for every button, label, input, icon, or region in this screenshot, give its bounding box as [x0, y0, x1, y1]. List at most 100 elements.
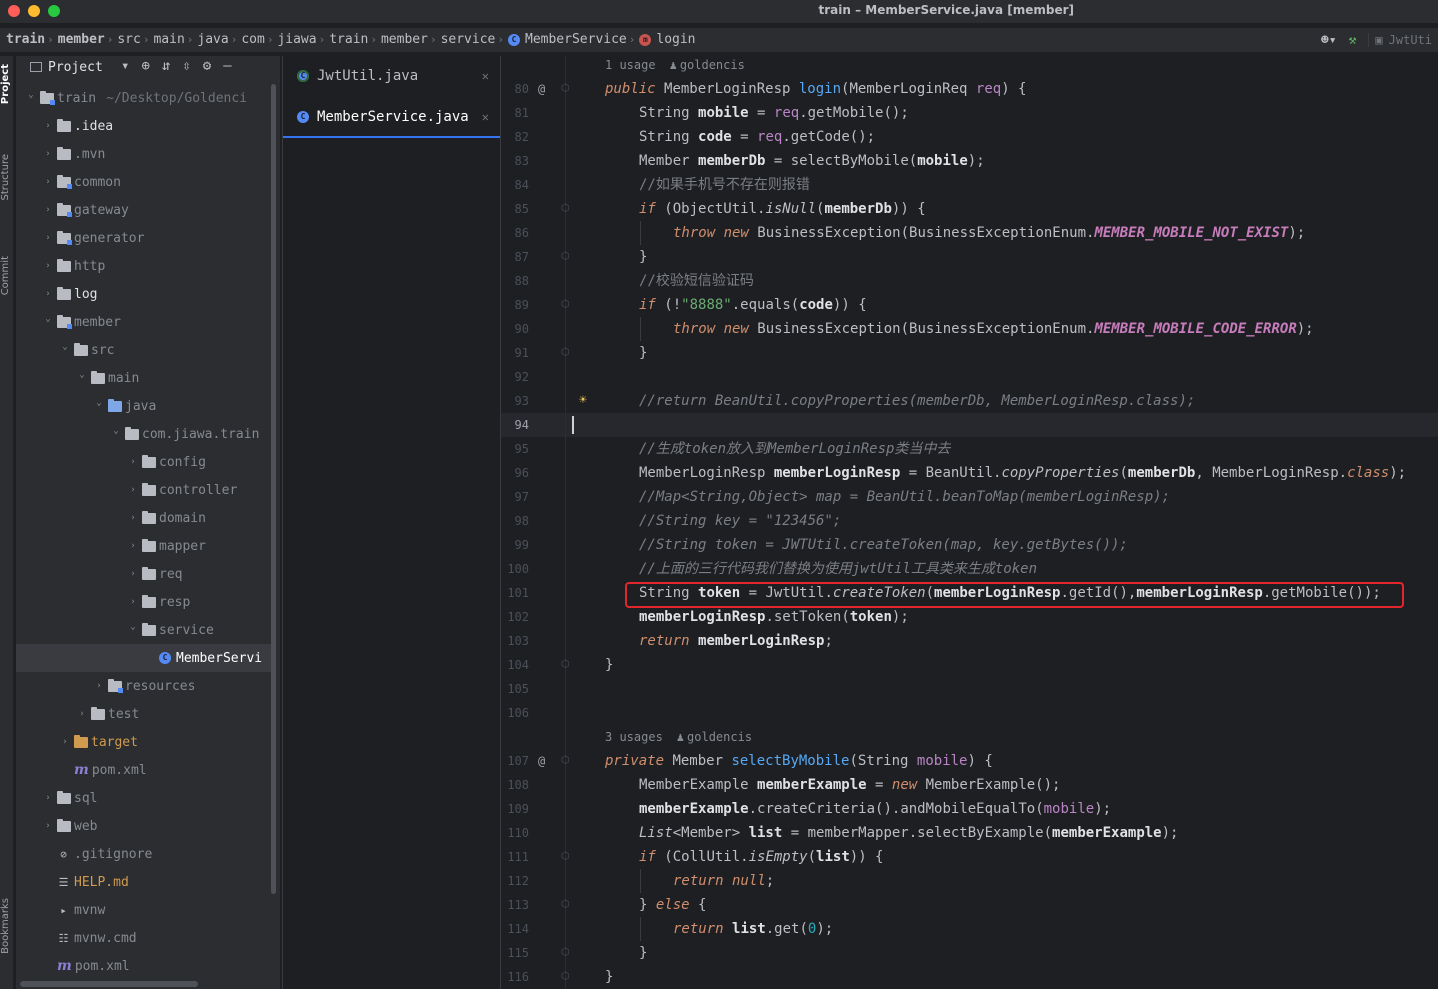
fold-icon[interactable]: ⬡: [561, 845, 570, 869]
breadcrumb-item[interactable]: train ›: [329, 32, 381, 47]
fold-icon[interactable]: ⬡: [561, 293, 570, 317]
tree-item[interactable]: › .mvn: [16, 140, 276, 168]
implements-icon[interactable]: @: [538, 749, 545, 773]
chevron-right-icon[interactable]: ›: [43, 149, 53, 159]
tree-item[interactable]: › resources: [16, 672, 276, 700]
breadcrumb-item[interactable]: com ›: [241, 32, 277, 47]
chevron-right-icon[interactable]: ›: [43, 177, 53, 187]
chevron-down-icon[interactable]: ⌄: [60, 342, 70, 352]
chevron-right-icon[interactable]: ›: [43, 121, 53, 131]
chevron-down-icon[interactable]: ⌄: [26, 90, 36, 100]
chevron-right-icon[interactable]: ›: [43, 233, 53, 243]
chevron-down-icon[interactable]: ⌄: [43, 314, 53, 324]
tab-jwtutil[interactable]: C JwtUtil.java ✕: [283, 56, 501, 96]
tree-item[interactable]: m pom.xml: [16, 952, 276, 980]
fold-icon[interactable]: ⬡: [561, 245, 570, 269]
fold-icon[interactable]: ⬡: [561, 965, 570, 989]
tree-item[interactable]: › web: [16, 812, 276, 840]
tree-item[interactable]: › gateway: [16, 196, 276, 224]
tree-item[interactable]: › target: [16, 728, 276, 756]
gear-icon[interactable]: ⚙: [203, 58, 211, 74]
tree-item[interactable]: › config: [16, 448, 276, 476]
chevron-down-icon[interactable]: ⌄: [77, 370, 87, 380]
breadcrumb-item[interactable]: train ›: [6, 32, 58, 47]
close-icon[interactable]: ✕: [482, 110, 489, 124]
chevron-right-icon[interactable]: ›: [128, 569, 138, 579]
breadcrumb-item[interactable]: member ›: [58, 32, 118, 47]
chevron-right-icon[interactable]: ›: [43, 793, 53, 803]
tree-item[interactable]: ⌄ train ~/Desktop/Goldenci: [16, 84, 276, 112]
run-configuration-selector[interactable]: ▣ JwtUti: [1368, 33, 1438, 47]
fold-icon[interactable]: ⬡: [561, 749, 570, 773]
chevron-right-icon[interactable]: ›: [43, 205, 53, 215]
breadcrumb-item[interactable]: service ›: [441, 32, 508, 47]
chevron-down-icon[interactable]: ⌄: [111, 426, 121, 436]
chevron-right-icon[interactable]: ›: [128, 513, 138, 523]
tree-item[interactable]: › resp: [16, 588, 276, 616]
fold-icon[interactable]: ⬡: [561, 197, 570, 221]
tool-project-button[interactable]: Project: [0, 64, 14, 104]
expand-all-icon[interactable]: ⇵: [162, 58, 170, 74]
implements-icon[interactable]: @: [538, 77, 545, 101]
tool-structure-button[interactable]: Structure: [0, 154, 14, 201]
fold-icon[interactable]: ⬡: [561, 653, 570, 677]
user-icon[interactable]: ☻▾: [1321, 33, 1337, 48]
inlay-hint[interactable]: 1 usage ♟ goldencis: [605, 56, 745, 77]
tree-scrollbar[interactable]: [271, 84, 276, 894]
chevron-down-icon[interactable]: ▾: [121, 58, 129, 74]
tree-item[interactable]: ⊘ .gitignore: [16, 840, 276, 868]
tree-item[interactable]: ⌄ member: [16, 308, 276, 336]
breadcrumb-item[interactable]: C MemberService ›: [508, 32, 639, 47]
tree-item[interactable]: › sql: [16, 784, 276, 812]
tree-item[interactable]: C MemberServi: [16, 644, 276, 672]
project-view-selector[interactable]: Project: [30, 60, 103, 75]
tree-item[interactable]: › controller: [16, 476, 276, 504]
breadcrumb-item[interactable]: m login: [639, 32, 696, 47]
tree-item[interactable]: ⌄ src: [16, 336, 276, 364]
tree-item[interactable]: › req: [16, 560, 276, 588]
tree-item[interactable]: ⌄ main: [16, 364, 276, 392]
fold-icon[interactable]: ⬡: [561, 941, 570, 965]
tree-item[interactable]: ⌄ com.jiawa.train: [16, 420, 276, 448]
breadcrumb-item[interactable]: src ›: [117, 32, 153, 47]
close-icon[interactable]: ✕: [482, 69, 489, 83]
tab-memberservice[interactable]: C MemberService.java ✕: [283, 98, 501, 138]
chevron-right-icon[interactable]: ›: [128, 485, 138, 495]
tree-item[interactable]: › generator: [16, 224, 276, 252]
chevron-right-icon[interactable]: ›: [94, 681, 104, 691]
tree-item[interactable]: ⌄ java: [16, 392, 276, 420]
tool-bookmarks-button[interactable]: Bookmarks: [0, 898, 14, 954]
tree-item[interactable]: ☷ mvnw.cmd: [16, 924, 276, 952]
locate-icon[interactable]: ⊕: [141, 58, 149, 74]
chevron-right-icon[interactable]: ›: [128, 457, 138, 467]
breadcrumb-item[interactable]: member ›: [381, 32, 441, 47]
lightbulb-icon[interactable]: ☀: [579, 389, 587, 413]
fold-icon[interactable]: ⬡: [561, 341, 570, 365]
chevron-right-icon[interactable]: ›: [60, 737, 70, 747]
chevron-right-icon[interactable]: ›: [128, 541, 138, 551]
tree-item[interactable]: m pom.xml: [16, 756, 276, 784]
hammer-icon[interactable]: ⚒: [1349, 33, 1357, 48]
breadcrumb-item[interactable]: java ›: [197, 32, 241, 47]
chevron-down-icon[interactable]: ⌄: [128, 622, 138, 632]
hide-icon[interactable]: —: [223, 58, 231, 74]
chevron-right-icon[interactable]: ›: [43, 821, 53, 831]
tool-commit-button[interactable]: Commit: [0, 256, 14, 295]
fold-icon[interactable]: ⬡: [561, 893, 570, 917]
tree-item[interactable]: ☰ HELP.md: [16, 868, 276, 896]
chevron-right-icon[interactable]: ›: [43, 289, 53, 299]
tree-item[interactable]: › http: [16, 252, 276, 280]
tree-item[interactable]: ⌄ service: [16, 616, 276, 644]
breadcrumb-item[interactable]: main ›: [153, 32, 197, 47]
fold-icon[interactable]: ⬡: [561, 77, 570, 101]
chevron-down-icon[interactable]: ⌄: [94, 398, 104, 408]
tree-item[interactable]: ▸ mvnw: [16, 896, 276, 924]
tree-item[interactable]: › .idea: [16, 112, 276, 140]
tree-item[interactable]: › test: [16, 700, 276, 728]
tree-item[interactable]: › common: [16, 168, 276, 196]
inlay-hint[interactable]: 3 usages ♟ goldencis: [605, 725, 752, 749]
tree-item[interactable]: › domain: [16, 504, 276, 532]
code-editor[interactable]: 1 usage ♟ goldencis 80 @ ⬡ public MemberLoginR…: [500, 56, 1438, 989]
chevron-right-icon[interactable]: ›: [43, 261, 53, 271]
tree-item[interactable]: › log: [16, 280, 276, 308]
